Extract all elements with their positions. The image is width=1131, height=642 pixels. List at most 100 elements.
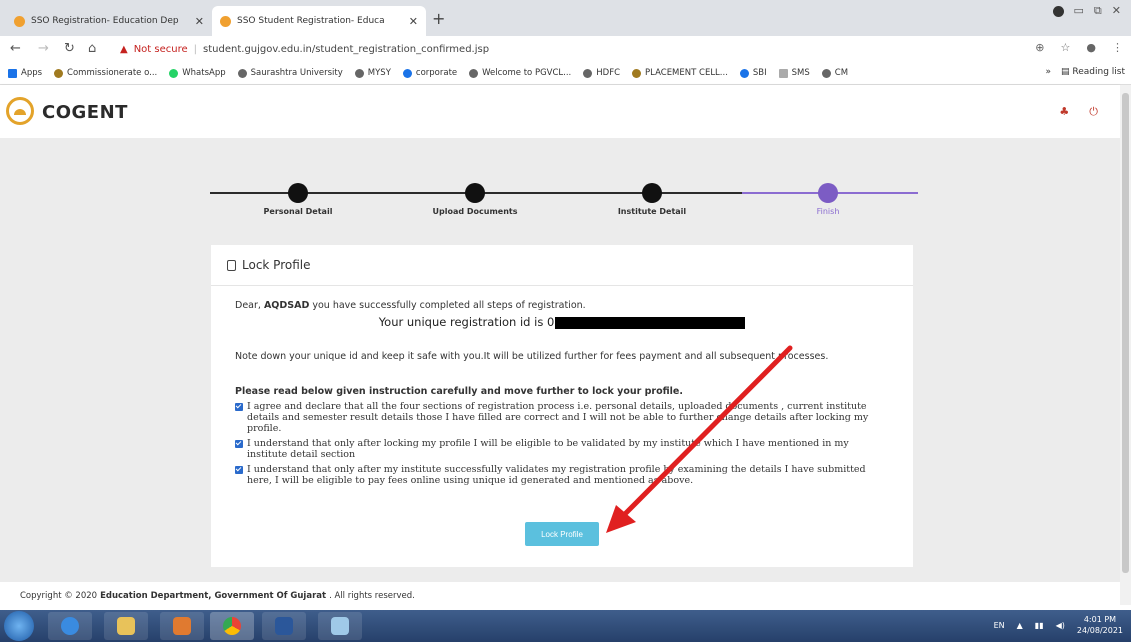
back-icon[interactable]: ← <box>10 41 21 56</box>
registration-stepper: Personal Detail Upload Documents Institu… <box>210 183 918 216</box>
bookmark-item[interactable]: WhatsApp <box>169 68 226 78</box>
taskbar-explorer[interactable] <box>104 612 148 640</box>
page-scrollbar[interactable] <box>1120 85 1131 605</box>
menu-icon[interactable]: ⋮ <box>1112 41 1123 54</box>
user-icon[interactable]: ♣ <box>1059 105 1069 119</box>
system-tray: EN ▲ ▮▮ ◀) 4:01 PM 24/08/2021 <box>994 614 1123 636</box>
site-favicon-icon <box>220 15 231 27</box>
bookmark-item[interactable]: MYSY <box>354 68 391 78</box>
step-dot <box>818 183 838 203</box>
globe-icon <box>821 68 831 78</box>
clock[interactable]: 4:01 PM 24/08/2021 <box>1077 614 1123 636</box>
profile-icon[interactable] <box>1052 6 1064 17</box>
address-bar-row: ← → ↻ ⌂ ▲ Not secure | student.gujgov.ed… <box>0 36 1131 63</box>
reload-icon[interactable]: ↻ <box>64 41 75 56</box>
home-icon[interactable]: ⌂ <box>88 41 96 56</box>
url-text: student.gujgov.edu.in/student_registrati… <box>203 43 490 55</box>
step-upload-documents: Upload Documents <box>425 183 525 216</box>
toolbar-icons: ⊕ ☆ ● ⋮ <box>1035 41 1123 54</box>
bookmark-item[interactable]: SMS <box>778 68 810 78</box>
minimize-icon[interactable]: ▭ <box>1074 4 1084 18</box>
globe-icon <box>469 68 479 78</box>
network-icon[interactable]: ▮▮ <box>1035 621 1044 630</box>
taskbar-ie[interactable] <box>48 612 92 640</box>
language-indicator[interactable]: EN <box>994 621 1005 630</box>
new-tab-button[interactable]: + <box>432 9 445 28</box>
step-institute-detail: Institute Detail <box>602 183 702 216</box>
page-footer: Copyright © 2020 Education Department, G… <box>0 582 1120 610</box>
chevron-double-right-icon[interactable]: » <box>1045 67 1051 77</box>
bookmark-item[interactable]: CM <box>821 68 848 78</box>
declaration-checkbox-row[interactable]: I agree and declare that all the four se… <box>235 401 889 434</box>
card-title: Lock Profile <box>242 258 311 272</box>
media-player-icon <box>173 617 191 635</box>
tray-arrow-icon[interactable]: ▲ <box>1017 621 1023 630</box>
redacted-id <box>555 316 746 329</box>
close-window-icon[interactable]: ✕ <box>1112 4 1121 18</box>
scrollbar-thumb[interactable] <box>1122 93 1129 573</box>
volume-icon[interactable]: ◀) <box>1056 621 1065 630</box>
page-icon <box>778 68 788 78</box>
globe-icon <box>583 68 593 78</box>
note-text: Note down your unique id and keep it saf… <box>235 351 829 362</box>
tab-title: SSO Registration- Education Dep <box>31 16 179 26</box>
card-header: Lock Profile <box>211 245 913 286</box>
close-icon[interactable]: ✕ <box>409 15 418 28</box>
declaration-checkbox-row[interactable]: I understand that only after my institut… <box>235 464 889 486</box>
step-personal-detail: Personal Detail <box>248 183 348 216</box>
registration-id-line: Your unique registration id is 0 <box>235 315 889 329</box>
taskbar-word[interactable] <box>262 612 306 640</box>
step-dot <box>288 183 308 203</box>
url-field[interactable]: ▲ Not secure | student.gujgov.edu.in/stu… <box>120 40 489 58</box>
warning-icon: ▲ <box>120 43 128 55</box>
taskbar-paint[interactable] <box>318 612 362 640</box>
word-icon <box>275 617 293 635</box>
internet-explorer-icon <box>61 617 79 635</box>
bookmark-item[interactable]: PLACEMENT CELL... <box>632 68 728 78</box>
step-dot <box>642 183 662 203</box>
checkbox[interactable] <box>235 466 243 474</box>
bookmark-item[interactable]: Commissionerate o... <box>54 68 157 78</box>
tab-sso-student-registration[interactable]: SSO Student Registration- Educa ✕ <box>212 6 426 36</box>
footer-org: Education Department, Government Of Guja… <box>100 591 327 601</box>
taskbar-media[interactable] <box>160 612 204 640</box>
restore-icon[interactable]: ⧉ <box>1094 4 1102 18</box>
emblem-icon <box>54 68 64 78</box>
zoom-icon[interactable]: ⊕ <box>1035 41 1044 54</box>
header-icons: ♣ ⏻ <box>1059 105 1098 119</box>
lock-profile-button[interactable]: Lock Profile <box>525 522 599 546</box>
bookmark-item[interactable]: corporate <box>402 68 457 78</box>
checkbox[interactable] <box>235 440 243 448</box>
card-body: Dear, AQDSAD you have successfully compl… <box>211 286 913 486</box>
site-favicon-icon <box>14 15 25 27</box>
lock-profile-card: Lock Profile Dear, AQDSAD you have succe… <box>211 245 913 567</box>
star-icon[interactable]: ☆ <box>1061 41 1071 54</box>
not-secure-label: Not secure <box>133 43 188 55</box>
clipboard-icon <box>227 259 236 271</box>
start-button[interactable] <box>4 611 34 641</box>
folder-icon <box>117 617 135 635</box>
site-header: COGENT ♣ ⏻ <box>0 85 1120 138</box>
bookmark-item[interactable]: HDFC <box>583 68 620 78</box>
bookmark-apps[interactable]: Apps <box>8 68 42 78</box>
emblem-icon <box>632 68 642 78</box>
declaration-checkbox-row[interactable]: I understand that only after locking my … <box>235 438 889 460</box>
globe-icon <box>237 68 247 78</box>
close-icon[interactable]: ✕ <box>195 15 204 28</box>
bookmark-item[interactable]: Saurashtra University <box>237 68 343 78</box>
bookmarks-overflow: » ▤ Reading list <box>1045 67 1125 77</box>
step-finish: Finish <box>778 183 878 216</box>
taskbar-chrome[interactable] <box>210 612 254 640</box>
tab-sso-registration[interactable]: SSO Registration- Education Dep ✕ <box>6 6 212 36</box>
brand-name: COGENT <box>42 102 128 123</box>
whatsapp-icon <box>169 68 179 78</box>
apps-icon <box>8 68 17 78</box>
reading-list-button[interactable]: ▤ Reading list <box>1061 67 1125 77</box>
instruction-heading: Please read below given instruction care… <box>235 386 683 397</box>
account-icon[interactable]: ● <box>1086 41 1096 54</box>
checkbox[interactable] <box>235 403 243 411</box>
bookmark-item[interactable]: SBI <box>739 68 767 78</box>
bookmark-item[interactable]: Welcome to PGVCL... <box>469 68 571 78</box>
forward-icon[interactable]: → <box>38 41 49 56</box>
power-icon[interactable]: ⏻ <box>1089 105 1098 119</box>
